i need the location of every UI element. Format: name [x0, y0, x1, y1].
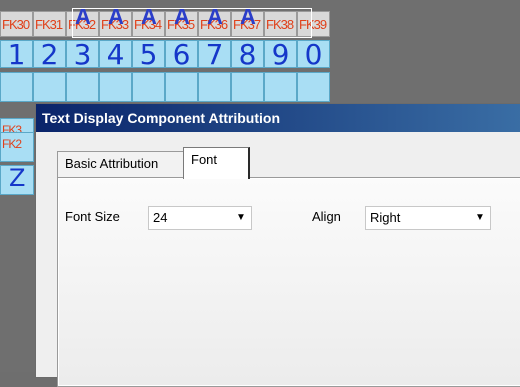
letter-key[interactable]	[231, 72, 264, 102]
number-key[interactable]: 6	[165, 40, 198, 69]
align-select[interactable]: Right ▼	[365, 206, 491, 230]
letter-key-row	[0, 72, 330, 102]
number-key[interactable]: 9	[264, 40, 297, 69]
tab-font[interactable]: Font	[183, 147, 250, 179]
letter-key[interactable]	[297, 72, 330, 102]
letter-key[interactable]	[132, 72, 165, 102]
chevron-down-icon[interactable]: ▼	[231, 207, 251, 229]
number-key[interactable]: 4	[99, 40, 132, 69]
number-key[interactable]: 5	[132, 40, 165, 69]
letter-key[interactable]	[198, 72, 231, 102]
number-key-row: 1 2 3 4 5 6 7 8 9 0	[0, 40, 330, 69]
chevron-down-icon[interactable]: ▼	[470, 207, 490, 229]
align-value: Right	[370, 210, 401, 225]
letter-key[interactable]	[264, 72, 297, 102]
font-size-select[interactable]: 24 ▼	[148, 206, 252, 230]
number-key[interactable]: 0	[297, 40, 330, 69]
letter-key[interactable]	[0, 72, 33, 102]
font-size-value: 24	[153, 210, 168, 225]
fk-cell[interactable]: FK30	[0, 11, 33, 37]
align-label: Align	[312, 209, 341, 224]
letter-key[interactable]	[33, 72, 66, 102]
number-key[interactable]: 2	[33, 40, 66, 69]
selection-box[interactable]	[72, 8, 312, 38]
tab-page-font: Font Size 24 ▼ Align Right ▼	[57, 177, 520, 387]
number-key[interactable]: 1	[0, 40, 33, 69]
number-key[interactable]: 7	[198, 40, 231, 69]
letter-key[interactable]	[165, 72, 198, 102]
left-key-cell[interactable]: Z	[0, 165, 34, 195]
number-key[interactable]: 3	[66, 40, 99, 69]
dialog-body: Basic Attribution Font Font Size 24 ▼ Al…	[36, 132, 520, 387]
tab-basic-attribution[interactable]: Basic Attribution	[57, 151, 185, 177]
left-key-cell[interactable]: FK2	[0, 132, 34, 162]
tab-page-background: Font Size 24 ▼ Align Right ▼	[59, 179, 520, 385]
attribution-dialog: Text Display Component Attribution Basic…	[35, 103, 520, 387]
letter-key[interactable]	[66, 72, 99, 102]
number-key[interactable]: 8	[231, 40, 264, 69]
letter-key[interactable]	[99, 72, 132, 102]
dialog-title[interactable]: Text Display Component Attribution	[36, 104, 520, 132]
font-size-label: Font Size	[65, 209, 120, 224]
fk-cell[interactable]: FK31	[33, 11, 66, 37]
